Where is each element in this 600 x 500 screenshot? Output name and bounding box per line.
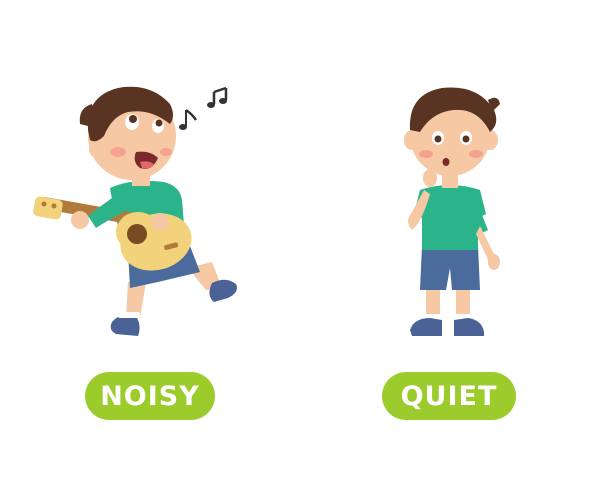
noisy-label: NOISY [85,372,215,420]
noisy-boy-illustration [33,86,237,336]
illustration-scene [33,86,500,336]
quiet-boy-illustration [404,87,500,336]
music-notes-icon [179,86,228,130]
quiet-label: QUIET [382,372,516,420]
